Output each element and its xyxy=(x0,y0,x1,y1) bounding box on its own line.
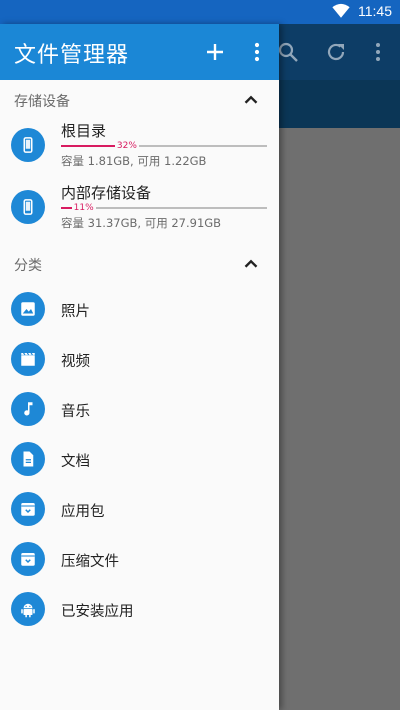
refresh-icon[interactable] xyxy=(324,40,348,64)
category-label: 视频 xyxy=(61,354,90,370)
wifi-icon xyxy=(332,3,350,18)
archive-box-icon xyxy=(11,542,45,576)
category-label: 压缩文件 xyxy=(61,554,119,570)
category-item-music[interactable]: 音乐 xyxy=(0,384,279,434)
android-icon xyxy=(11,592,45,626)
storage-item-root[interactable]: 根目录 32% 容量 1.81GB, 可用 1.22GB xyxy=(0,120,279,182)
category-label: 照片 xyxy=(61,304,90,320)
status-time: 11:45 xyxy=(358,3,392,19)
status-bar: 11:45 xyxy=(0,0,400,24)
category-item-videos[interactable]: 视频 xyxy=(0,334,279,384)
storage-usage-bar: 11% xyxy=(61,202,267,214)
storage-section-label: 存储设备 xyxy=(14,94,70,110)
usage-percent: 11% xyxy=(71,202,96,214)
category-label: 文档 xyxy=(61,454,90,470)
usage-percent: 32% xyxy=(114,140,139,152)
drawer-header: 文件管理器 xyxy=(0,24,279,80)
category-item-installed-apps[interactable]: 已安装应用 xyxy=(0,584,279,634)
storage-name: 内部存储设备 xyxy=(61,184,152,202)
document-icon xyxy=(11,442,45,476)
phone-icon xyxy=(11,128,45,162)
category-label: 应用包 xyxy=(61,504,105,520)
category-section-header[interactable]: 分类 xyxy=(0,244,279,284)
storage-section-header[interactable]: 存储设备 xyxy=(0,80,279,120)
storage-usage-bar: 32% xyxy=(61,140,267,152)
more-vert-icon[interactable] xyxy=(245,40,269,64)
more-vert-icon[interactable] xyxy=(366,40,390,64)
storage-capacity: 容量 1.81GB, 可用 1.22GB xyxy=(61,154,207,168)
category-section-label: 分类 xyxy=(14,258,42,274)
search-icon[interactable] xyxy=(276,40,300,64)
drawer-title: 文件管理器 xyxy=(14,43,130,68)
archive-box-icon xyxy=(11,492,45,526)
chevron-up-icon[interactable] xyxy=(240,253,262,275)
music-note-icon xyxy=(11,392,45,426)
movie-icon xyxy=(11,342,45,376)
image-icon xyxy=(11,292,45,326)
phone-icon xyxy=(11,190,45,224)
category-item-apks[interactable]: 应用包 xyxy=(0,484,279,534)
storage-item-internal[interactable]: 内部存储设备 11% 容量 31.37GB, 可用 27.91GB xyxy=(0,182,279,244)
category-label: 音乐 xyxy=(61,404,90,420)
navigation-drawer: 文件管理器 存储设备 根目录 32% 容量 1.81GB, 可用 1.22GB … xyxy=(0,24,279,710)
add-icon[interactable] xyxy=(203,40,227,64)
category-label: 已安装应用 xyxy=(61,604,134,620)
category-item-archives[interactable]: 压缩文件 xyxy=(0,534,279,584)
category-item-photos[interactable]: 照片 xyxy=(0,284,279,334)
storage-capacity: 容量 31.37GB, 可用 27.91GB xyxy=(61,216,222,230)
storage-name: 根目录 xyxy=(61,122,107,140)
category-item-documents[interactable]: 文档 xyxy=(0,434,279,484)
chevron-up-icon[interactable] xyxy=(240,89,262,111)
status-icons: 11:45 xyxy=(332,3,392,19)
